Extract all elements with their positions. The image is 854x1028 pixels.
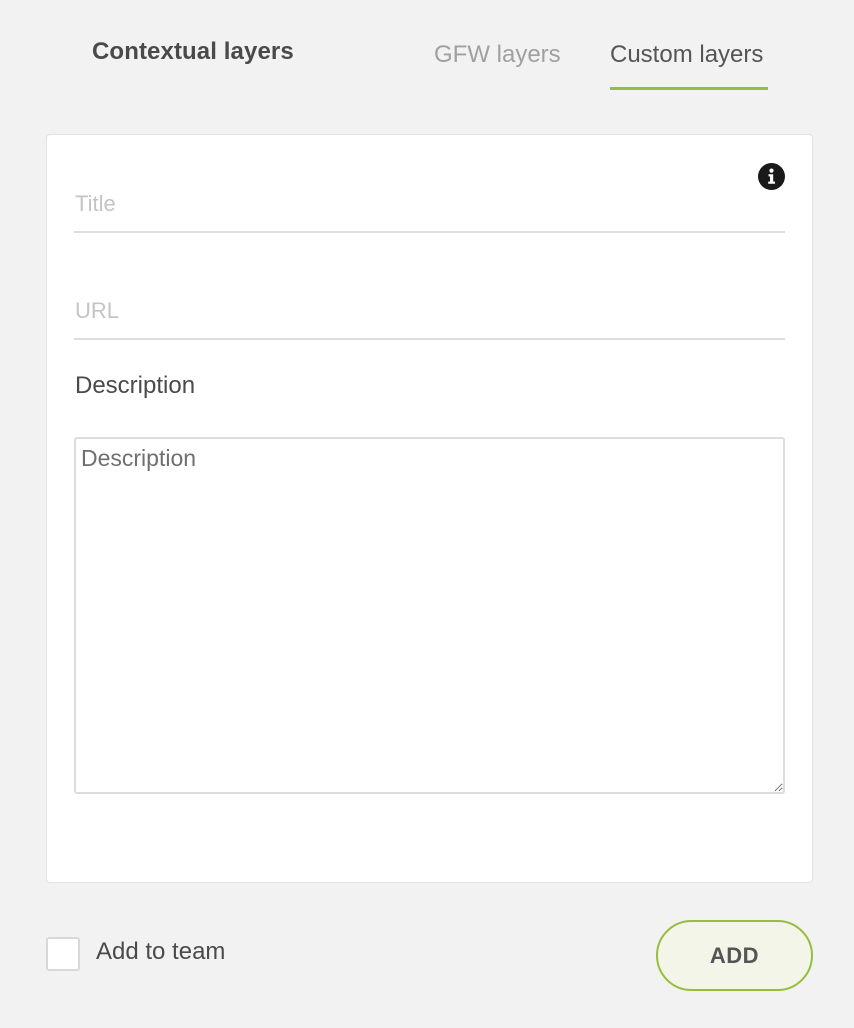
panel-title: Contextual layers (92, 38, 294, 65)
tab-custom-layers[interactable]: Custom layers (610, 38, 763, 72)
url-input[interactable] (74, 283, 785, 340)
title-input[interactable] (74, 176, 785, 233)
add-to-team-label[interactable]: Add to team (96, 938, 225, 966)
description-label: Description (75, 372, 196, 399)
add-to-team-checkbox[interactable] (46, 937, 80, 971)
active-tab-indicator (610, 87, 768, 90)
custom-layers-panel: Contextual layers GFW layers Custom laye… (0, 0, 854, 1028)
description-textarea[interactable] (74, 437, 785, 794)
tab-gfw-layers[interactable]: GFW layers (434, 38, 561, 72)
add-button[interactable]: ADD (656, 920, 813, 991)
